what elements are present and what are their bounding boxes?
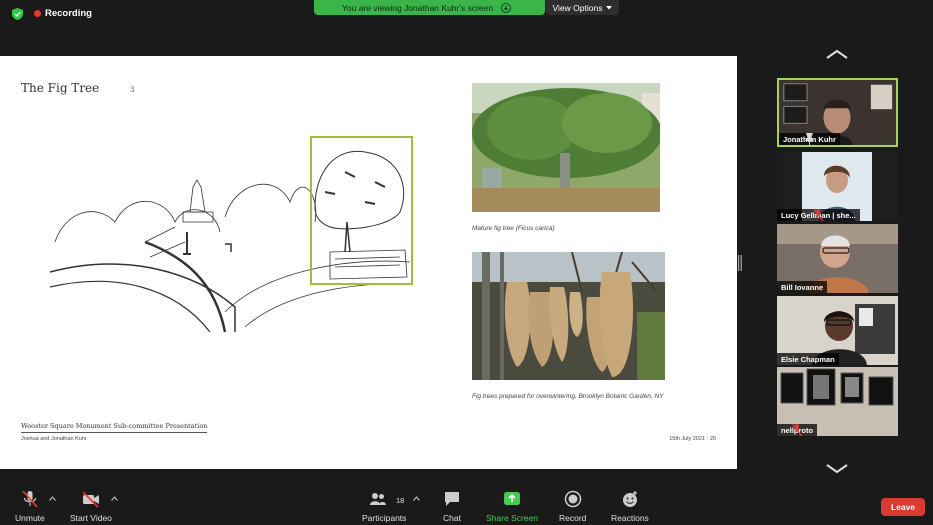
share-screen-button[interactable]: Share Screen [486,490,538,523]
participant-tile-elsie-chapman[interactable]: Elsie Chapman [777,296,898,365]
video-off-icon [82,491,99,508]
zoom-window: Recording You are viewing Jonathan Kuhr'… [0,0,933,525]
overwintering-fig-trees-photo [472,252,665,380]
meeting-toolbar: Unmute Start Video Participants 18 Chat … [0,482,933,525]
participant-name-bar: Jonathan Kuhr [779,133,840,145]
record-icon [564,490,581,508]
fig-tree-sketch [45,132,415,332]
caption-mature-fig-tree: Mature fig tree (Ficus carica) [472,225,555,232]
record-button[interactable]: Record [559,490,586,523]
recording-dot-icon [34,10,41,17]
muted-mic-icon [792,424,803,436]
shield-icon[interactable] [12,8,23,20]
view-options-label: View Options [552,2,603,13]
footer-authors: Joshua and Jonathan Kuhr [21,436,87,442]
participant-tile-bill-iovanne[interactable]: Bill Iovanne [777,224,898,293]
footer-date: 15th July 2021 · 20 [669,436,716,442]
share-screen-label: Share Screen [486,513,538,523]
record-label: Record [559,513,587,523]
participants-button[interactable]: Participants [362,490,406,523]
viewing-banner: You are viewing Jonathan Kuhr's screen [314,0,545,15]
participant-name: Elsie Chapman [781,354,835,364]
participants-count: 18 [396,496,405,505]
muted-mic-icon [813,209,824,221]
share-screen-icon [503,492,520,505]
recording-indicator[interactable]: Recording [34,8,92,19]
unmute-button[interactable]: Unmute [15,490,45,523]
video-options-chevron-icon[interactable] [111,496,118,501]
slide-page-marker: 3 [130,86,135,94]
muted-mic-icon [22,490,38,508]
chat-label: Chat [443,513,461,523]
participant-name: Bill Iovanne [781,282,824,292]
participant-tile-lucy-gellman[interactable]: Lucy Gellman | she... [777,152,898,221]
reactions-button[interactable]: Reactions [611,490,649,523]
recording-label: Recording [45,8,92,19]
participant-tile-nellproto[interactable]: nellproto [777,367,898,436]
chevron-down-icon [606,5,613,9]
start-video-button[interactable]: Start Video [70,490,112,523]
chat-button[interactable]: Chat [443,490,461,523]
unmute-label: Unmute [15,513,45,523]
viewing-banner-text: You are viewing Jonathan Kuhr's screen [342,2,494,13]
resize-handle[interactable] [738,255,742,271]
view-options-button[interactable]: View Options [546,0,619,15]
caption-overwintering-fig-trees: Fig trees prepared for overwintering, Br… [472,393,664,400]
participants-options-chevron-icon[interactable] [413,496,420,501]
audio-options-chevron-icon[interactable] [49,496,56,501]
shared-screen-slide: The Fig Tree 3 Mature fig tree (Ficus ca… [0,56,737,469]
slide-title: The Fig Tree [21,81,100,95]
participant-name-bar: Elsie Chapman [777,353,839,365]
chat-icon [445,492,459,506]
chevron-down-icon[interactable] [825,463,849,475]
top-bar: Recording You are viewing Jonathan Kuhr'… [0,0,933,28]
start-video-label: Start Video [70,513,112,523]
pin-icon [804,133,815,145]
participants-label: Participants [362,513,407,523]
participant-name-bar: nellproto [777,424,818,436]
mature-fig-tree-photo [472,83,660,212]
reactions-emoji-icon [622,491,637,507]
participants-icon [370,493,387,505]
participant-name-bar: Bill Iovanne [777,281,828,293]
footer-presentation-title: Wooster Square Monument Sub-committee Pr… [21,422,208,433]
leave-button[interactable]: Leave [881,498,925,516]
participant-name-bar: Lucy Gellman | she... [777,209,860,221]
chevron-up-icon[interactable] [825,48,849,60]
reactions-label: Reactions [611,513,649,523]
participant-tile-jonathan-kuhr[interactable]: Jonathan Kuhr [777,78,898,147]
download-icon[interactable] [501,2,512,13]
